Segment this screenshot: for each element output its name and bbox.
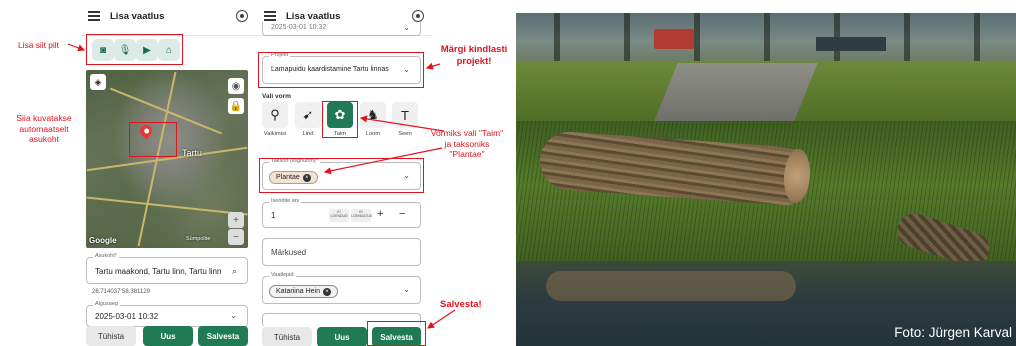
annotation-arrows bbox=[67, 43, 456, 329]
example-photo: Foto: Jürgen Karval bbox=[516, 13, 1016, 346]
photo-credit: Foto: Jürgen Karval bbox=[894, 325, 1012, 340]
